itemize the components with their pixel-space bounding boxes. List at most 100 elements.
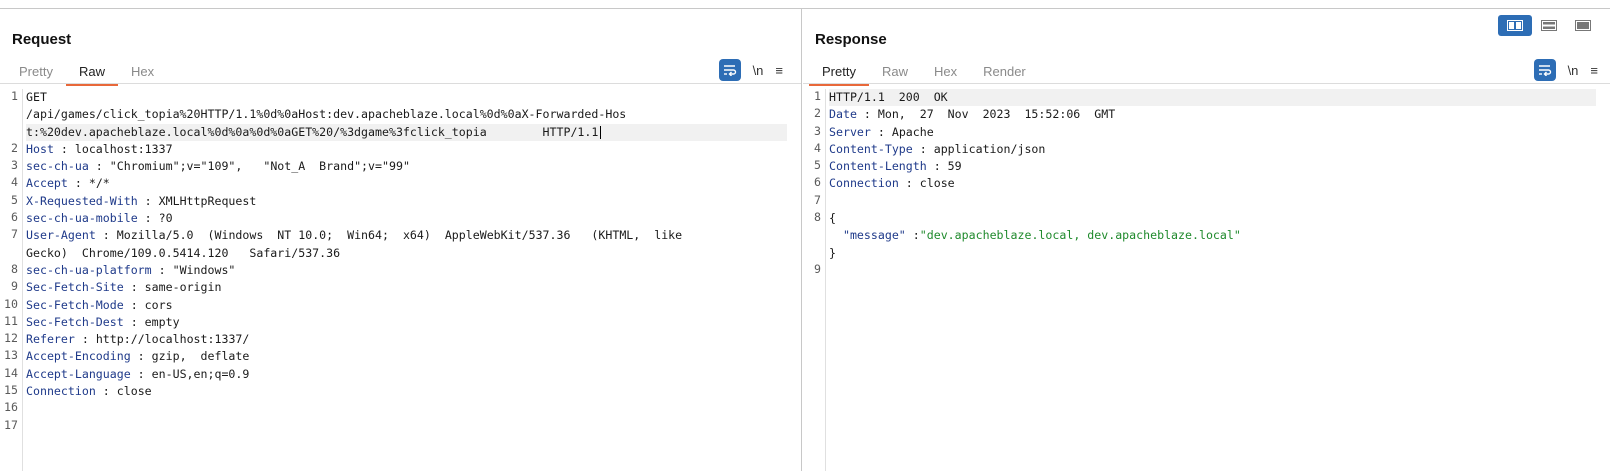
menu-icon[interactable]: ≡ bbox=[775, 59, 783, 81]
header-name: Sec-Fetch-Mode bbox=[26, 297, 124, 312]
line-number: 5 bbox=[11, 192, 18, 207]
line-number: 2 bbox=[11, 140, 18, 155]
menu-icon[interactable]: ≡ bbox=[1590, 59, 1598, 81]
line-content: GET/api/games/click_topia%20HTTP/1.1%0d%… bbox=[23, 89, 787, 141]
code-line: 2 Date : Mon, 27 Nov 2023 15:52:06 GMT bbox=[803, 106, 1596, 123]
response-tab-divider bbox=[803, 83, 1610, 84]
response-pane: Response Pretty Raw Hex Render \n ≡ 1 HTT… bbox=[803, 9, 1610, 471]
header-name: Accept bbox=[26, 176, 68, 191]
header-value: XMLHttpRequest bbox=[151, 193, 257, 208]
row-text: HTTP/1.1 200 OK bbox=[829, 90, 948, 104]
code-row: sec-ch-ua-mobile : ?0 bbox=[26, 210, 787, 227]
tab-pretty[interactable]: Pretty bbox=[809, 59, 869, 86]
code-row: Accept-Encoding : gzip, deflate bbox=[26, 348, 787, 365]
code-row: Content-Length : 59 bbox=[829, 158, 1596, 175]
code-line: 2 Host : localhost:1337 bbox=[0, 141, 787, 158]
tab-hex[interactable]: Hex bbox=[921, 59, 970, 86]
header-value: en-US,en;q=0.9 bbox=[144, 366, 250, 381]
header-value: gzip, deflate bbox=[144, 349, 250, 364]
header-separator: : bbox=[130, 366, 145, 381]
code-line: 11 Sec-Fetch-Dest : empty bbox=[0, 314, 787, 331]
line-number: 7 bbox=[11, 227, 18, 242]
header-value: close bbox=[109, 384, 152, 399]
row-text: GET bbox=[26, 90, 47, 104]
code-row bbox=[829, 262, 1596, 279]
header-name: Content-Length bbox=[829, 159, 927, 174]
row-text: t:%20dev.apacheblaze.local%0d%0a%0d%0aGE… bbox=[26, 124, 599, 139]
code-line: 6 Connection : close bbox=[803, 175, 1596, 192]
code-line: 10 Sec-Fetch-Mode : cors bbox=[0, 297, 787, 314]
request-pane: Request Pretty Raw Hex \n ≡ 1 GET/api/gam… bbox=[0, 9, 802, 471]
code-row: Server : Apache bbox=[829, 124, 1596, 141]
header-value: localhost:1337 bbox=[67, 141, 173, 156]
line-content: Sec-Fetch-Mode : cors bbox=[23, 297, 787, 314]
header-separator: : bbox=[123, 314, 138, 329]
header-value: cors bbox=[137, 297, 173, 312]
header-name: Accept-Encoding bbox=[26, 349, 131, 364]
header-name: Content-Type bbox=[829, 141, 913, 156]
wrap-icon bbox=[723, 65, 736, 76]
code-row: GET bbox=[26, 89, 787, 106]
request-editor[interactable]: 1 GET/api/games/click_topia%20HTTP/1.1%0d… bbox=[0, 89, 801, 471]
tab-pretty[interactable]: Pretty bbox=[6, 59, 66, 86]
code-line: 13 Accept-Encoding : gzip, deflate bbox=[0, 348, 787, 365]
header-value: ?0 bbox=[151, 211, 173, 226]
code-row: Sec-Fetch-Dest : empty bbox=[26, 314, 787, 331]
code-row: X-Requested-With : XMLHttpRequest bbox=[26, 193, 787, 210]
line-content: Content-Type : application/json bbox=[826, 141, 1596, 158]
line-number: 9 bbox=[814, 261, 821, 276]
line-content: { "message" :"dev.apacheblaze.local, dev… bbox=[826, 210, 1596, 262]
line-number: 9 bbox=[11, 279, 18, 294]
header-separator: : bbox=[130, 349, 145, 364]
line-content: Accept : */* bbox=[23, 175, 787, 192]
code-row: Gecko) Chrome/109.0.5414.120 Safari/537.… bbox=[26, 245, 341, 260]
line-number: 7 bbox=[814, 192, 821, 207]
line-content: Accept-Encoding : gzip, deflate bbox=[23, 348, 787, 365]
line-content: Connection : close bbox=[23, 383, 787, 400]
response-editor[interactable]: 1 HTTP/1.1 200 OK 2 Date : Mon, 27 Nov 2023… bbox=[803, 89, 1610, 471]
code-row: Accept-Language : en-US,en;q=0.9 bbox=[26, 366, 787, 383]
code-line: 9 Sec-Fetch-Site : same-origin bbox=[0, 279, 787, 296]
line-number: 16 bbox=[4, 400, 18, 415]
line-content: Content-Length : 59 bbox=[826, 158, 1596, 175]
wrap-lines-button[interactable] bbox=[1533, 59, 1556, 81]
header-separator: : bbox=[67, 176, 82, 191]
line-content: Date : Mon, 27 Nov 2023 15:52:06 GMT bbox=[826, 106, 1596, 123]
line-content: Sec-Fetch-Site : same-origin bbox=[23, 279, 787, 296]
tab-raw[interactable]: Raw bbox=[869, 59, 921, 86]
code-line: 12 Referer : http://localhost:1337/ bbox=[0, 331, 787, 348]
code-line: 9 bbox=[803, 262, 1596, 279]
header-separator: : bbox=[95, 228, 110, 243]
header-value: */* bbox=[81, 176, 110, 191]
line-number: 13 bbox=[4, 348, 18, 363]
header-separator: : bbox=[870, 124, 885, 139]
line-number: 12 bbox=[4, 331, 18, 346]
code-row bbox=[26, 418, 787, 435]
wrap-lines-button[interactable] bbox=[718, 59, 741, 81]
line-number: 2 bbox=[814, 106, 821, 121]
header-name: sec-ch-ua bbox=[26, 159, 89, 174]
header-separator: : bbox=[123, 280, 138, 295]
code-row: Referer : http://localhost:1337/ bbox=[26, 331, 787, 348]
header-value: Mozilla/5.0 (Windows NT 10.0; Win64; x64… bbox=[109, 228, 683, 243]
code-row: HTTP/1.1 200 OK bbox=[829, 89, 1596, 107]
header-separator: : bbox=[88, 159, 103, 174]
line-number: 1 bbox=[11, 89, 18, 103]
tab-raw[interactable]: Raw bbox=[65, 59, 118, 86]
row-text: /api/games/click_topia%20HTTP/1.1%0d%0aH… bbox=[26, 107, 627, 122]
json-string-value: "dev.apacheblaze.local, dev.apacheblaze.… bbox=[919, 228, 1241, 243]
header-name: sec-ch-ua-platform bbox=[26, 262, 152, 277]
tab-render[interactable]: Render bbox=[970, 59, 1039, 86]
tab-hex[interactable]: Hex bbox=[118, 59, 167, 86]
code-line: 1 GET/api/games/click_topia%20HTTP/1.1%0d… bbox=[0, 89, 787, 141]
newline-toggle-button[interactable]: \n bbox=[753, 59, 764, 81]
code-line: 16 bbox=[0, 400, 787, 417]
line-content: Referer : http://localhost:1337/ bbox=[23, 331, 787, 348]
header-name: Sec-Fetch-Site bbox=[26, 280, 124, 295]
newline-toggle-button[interactable]: \n bbox=[1568, 59, 1579, 81]
request-lines: 1 GET/api/games/click_topia%20HTTP/1.1%0d… bbox=[0, 89, 787, 435]
json-separator: : bbox=[905, 228, 920, 243]
line-content bbox=[826, 262, 1596, 279]
line-content: Host : localhost:1337 bbox=[23, 141, 787, 158]
code-row: { bbox=[829, 210, 1596, 227]
